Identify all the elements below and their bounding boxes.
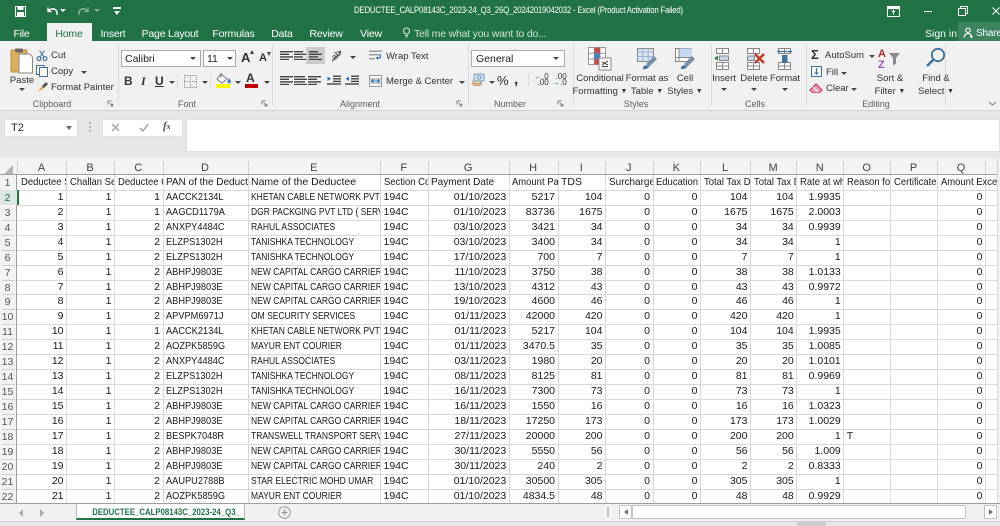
- svg-text:ab: ab: [331, 49, 343, 62]
- svg-text:Z: Z: [878, 59, 885, 69]
